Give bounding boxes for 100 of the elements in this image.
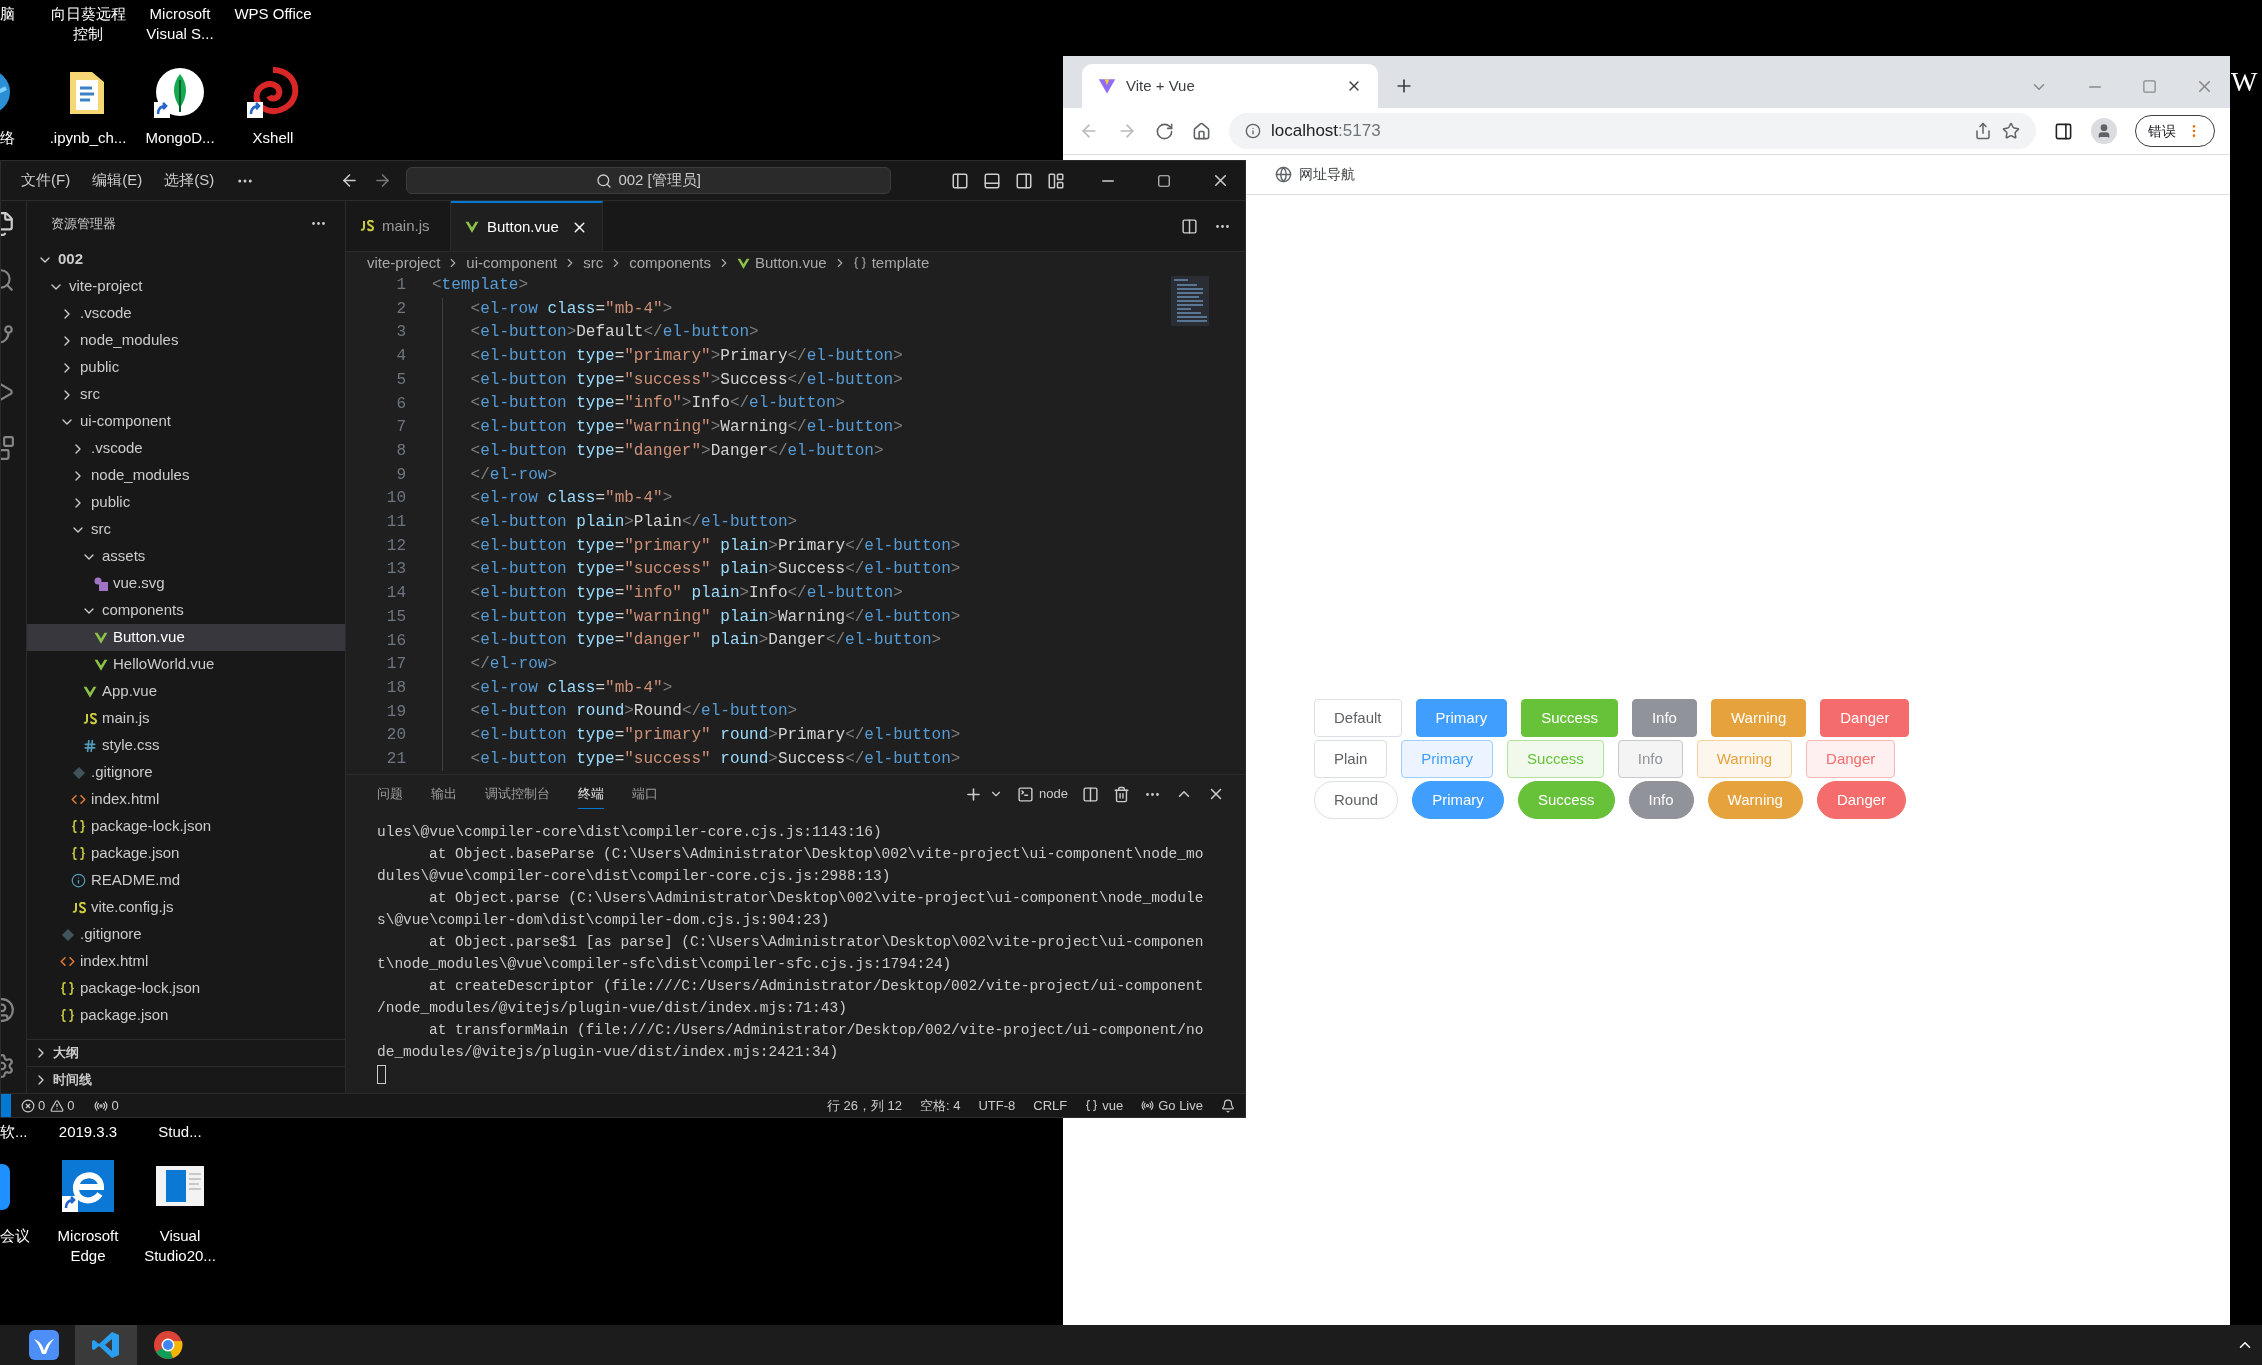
tree-item[interactable]: main.js xyxy=(27,705,345,732)
terminal-line: s\@vue\compiler-dom\dist\compiler-dom.cjs.js:904:23) xyxy=(377,911,831,930)
desktop-icon-label[interactable]: Microsoft Visual S... xyxy=(140,4,220,44)
panel-tab[interactable]: 调试控制台 xyxy=(485,779,550,809)
tree-item[interactable]: public xyxy=(27,354,345,381)
diamond-icon xyxy=(72,765,86,780)
tree-item[interactable]: README.md xyxy=(27,867,345,894)
status-item[interactable]: UTF-8 xyxy=(978,1095,1016,1116)
menu-item[interactable]: 编辑(E) xyxy=(92,169,143,192)
code-icon xyxy=(60,954,75,969)
tree-item[interactable]: index.html xyxy=(27,948,345,975)
layout-icon[interactable] xyxy=(1047,171,1066,190)
desktop-icon-label[interactable]: 会议 xyxy=(0,1226,30,1246)
breadcrumb-item[interactable]: components xyxy=(629,251,711,275)
menu-item[interactable]: 文件(F) xyxy=(21,169,71,192)
demo-button[interactable]: Default xyxy=(1314,699,1402,737)
tree-item[interactable]: index.html xyxy=(27,786,345,813)
demo-button[interactable]: Round xyxy=(1314,781,1399,819)
breadcrumb-item[interactable]: src xyxy=(583,251,604,275)
tree-item[interactable]: public xyxy=(27,489,345,516)
desktop-icon-label[interactable]: 脑 xyxy=(0,4,15,24)
section-header[interactable]: 大纲 xyxy=(27,1039,345,1066)
panel-tab[interactable]: 问题 xyxy=(377,779,403,809)
tree-item[interactable]: package-lock.json xyxy=(27,975,345,1002)
demo-button[interactable]: Plain xyxy=(1314,740,1388,778)
maximize-icon[interactable] xyxy=(1157,173,1172,188)
problems-button[interactable]: 0 0 xyxy=(21,1095,75,1116)
side-panel-icon[interactable] xyxy=(2054,121,2073,141)
code-line: <el-button>Default</el-button> xyxy=(470,322,759,344)
terminal-selector[interactable]: node xyxy=(1017,784,1068,804)
tree-item[interactable]: Button.vue xyxy=(27,624,345,651)
status-item[interactable]: vue xyxy=(1085,1095,1124,1116)
breadcrumb-item[interactable]: vite-project xyxy=(367,251,441,275)
desktop-icon-label[interactable]: Microsoft Edge xyxy=(48,1226,128,1266)
tree-item[interactable]: components xyxy=(27,597,345,624)
share-icon[interactable] xyxy=(1974,122,1992,140)
tree-item[interactable]: src xyxy=(27,381,345,408)
status-item[interactable]: Go Live xyxy=(1141,1095,1203,1116)
split-icon[interactable] xyxy=(1082,785,1099,803)
panel-left-icon[interactable] xyxy=(951,171,970,190)
panel-right-icon[interactable] xyxy=(1015,171,1034,190)
code-line: <el-button type="info">Info</el-button> xyxy=(470,393,846,415)
tree-item[interactable]: package.json xyxy=(27,840,345,867)
tree-item[interactable]: HelloWorld.vue xyxy=(27,651,345,678)
split-editor-icon[interactable] xyxy=(1181,217,1198,235)
address-bar[interactable]: localhost:5173 xyxy=(1229,113,2036,149)
desktop-icon-label[interactable]: Xshell xyxy=(233,128,313,148)
desktop-icon-label[interactable]: MongoD... xyxy=(140,128,220,148)
status-item[interactable]: CRLF xyxy=(1033,1095,1068,1116)
tree-item[interactable]: .gitignore xyxy=(27,921,345,948)
panel-bottom-icon[interactable] xyxy=(983,171,1002,190)
desktop-icon-label[interactable]: 2019.3.3 xyxy=(48,1122,128,1142)
tree-item[interactable]: .vscode xyxy=(27,300,345,327)
tree-item[interactable]: vue.svg xyxy=(27,570,345,597)
desktop-icon-label[interactable]: 软... xyxy=(0,1122,28,1142)
tree-item[interactable]: 002 xyxy=(27,246,345,273)
menu-item[interactable]: 选择(S) xyxy=(164,169,215,192)
desktop-icon-label[interactable]: 向日葵远程控制 xyxy=(48,4,128,44)
bookmark[interactable]: 网址导航 xyxy=(1275,164,1355,185)
tree-item[interactable]: package.json xyxy=(27,1002,345,1029)
desktop-icon-label[interactable]: 络 xyxy=(0,128,15,148)
star-icon[interactable] xyxy=(2002,122,2020,140)
breadcrumb-item[interactable]: template xyxy=(852,251,930,275)
bird-icon xyxy=(29,1330,59,1360)
line-number: 1 xyxy=(396,275,406,296)
tree-item[interactable]: assets xyxy=(27,543,345,570)
tree-item[interactable]: src xyxy=(27,516,345,543)
tree-item[interactable]: node_modules xyxy=(27,462,345,489)
editor-tab[interactable]: Button.vue xyxy=(451,201,603,251)
desktop-icon-label[interactable]: WPS Office xyxy=(233,4,313,24)
command-center[interactable]: 002 [管理员] xyxy=(406,167,892,194)
tree-item[interactable]: vite-project xyxy=(27,273,345,300)
ports-button[interactable]: 0 xyxy=(94,1095,119,1116)
panel-tab[interactable]: 输出 xyxy=(431,779,457,809)
tree-item[interactable]: .vscode xyxy=(27,435,345,462)
tree-item[interactable]: App.vue xyxy=(27,678,345,705)
desktop-icon-label[interactable]: Visual Studio20... xyxy=(140,1226,220,1266)
tree-item[interactable]: vite.config.js xyxy=(27,894,345,921)
breadcrumb-item[interactable]: Button.vue xyxy=(736,251,827,275)
desktop-icon-label[interactable]: .ipynb_ch... xyxy=(48,128,128,148)
js-file-icon xyxy=(83,712,97,725)
tree-item[interactable]: .gitignore xyxy=(27,759,345,786)
bell-icon[interactable] xyxy=(1221,1098,1235,1113)
status-item[interactable]: 空格: 4 xyxy=(919,1095,961,1116)
tree-item[interactable]: ui-component xyxy=(27,408,345,435)
breadcrumb-item[interactable]: ui-component xyxy=(466,251,558,275)
status-item[interactable]: 行 26，列 12 xyxy=(826,1095,902,1116)
home-icon[interactable] xyxy=(1192,121,1211,141)
browser-tab[interactable]: Vite + Vue xyxy=(1082,64,1378,108)
tree-item[interactable]: style.css xyxy=(27,732,345,759)
desktop-icon-label[interactable]: W xyxy=(2231,66,2258,98)
braces-icon xyxy=(71,846,86,861)
panel-tab[interactable]: 端口 xyxy=(632,779,658,809)
desktop-icon-label[interactable]: Stud... xyxy=(140,1122,220,1142)
tree-item[interactable]: node_modules xyxy=(27,327,345,354)
trash-icon[interactable] xyxy=(1113,785,1130,803)
panel-tab[interactable]: 终端 xyxy=(578,778,604,810)
profile-avatar[interactable] xyxy=(2091,118,2117,144)
reload-icon[interactable] xyxy=(1155,121,1174,141)
tree-item[interactable]: package-lock.json xyxy=(27,813,345,840)
